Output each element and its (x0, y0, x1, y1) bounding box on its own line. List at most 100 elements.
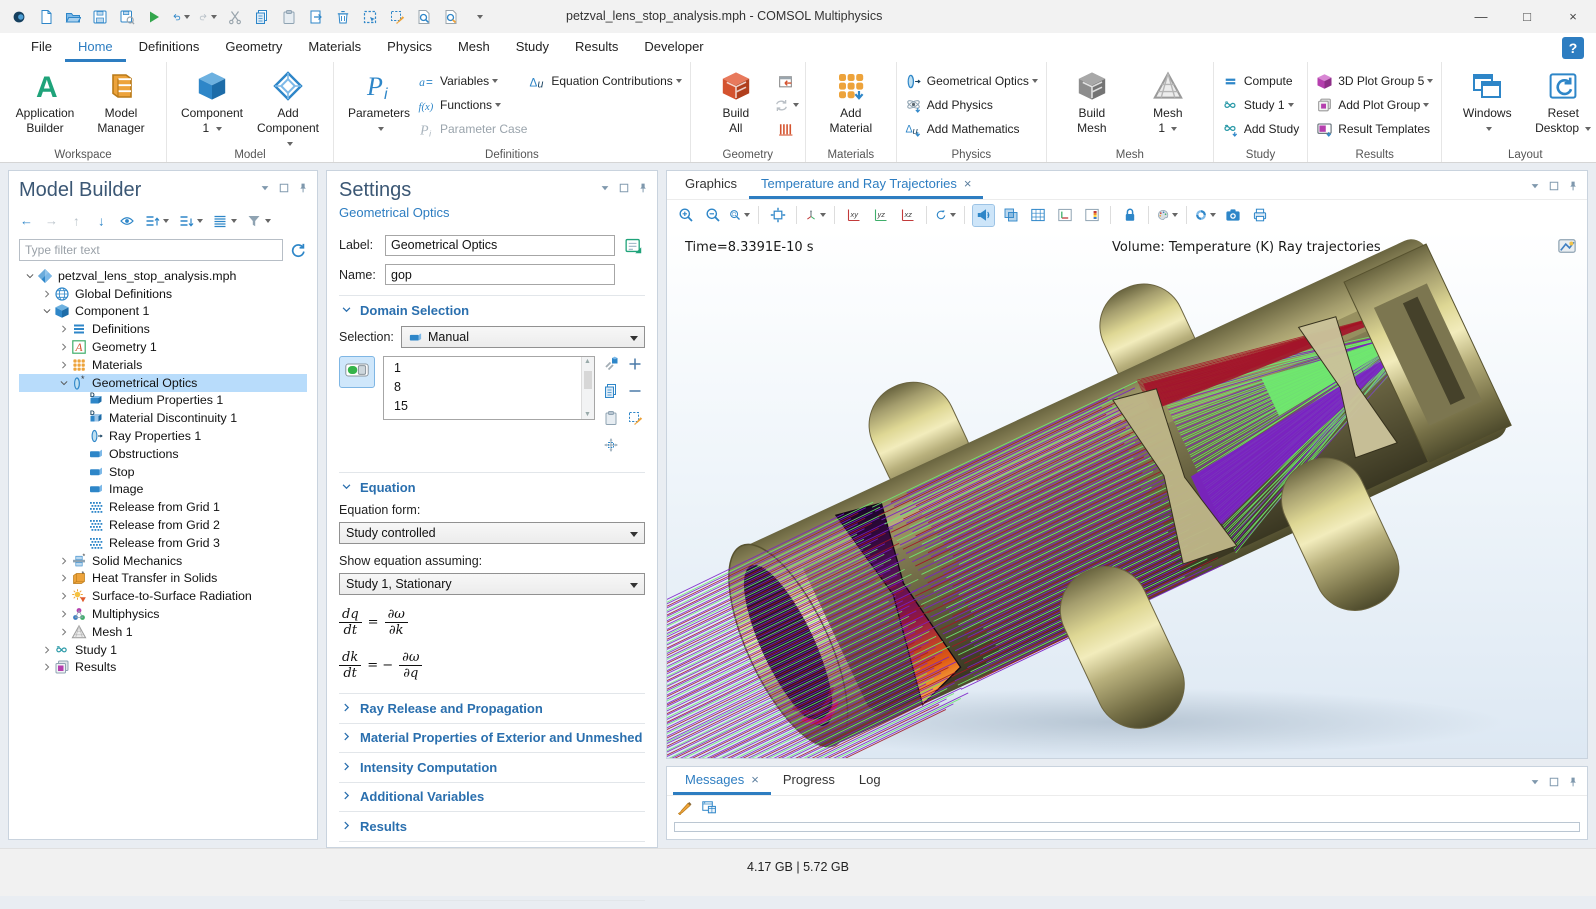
nav-forward-icon[interactable]: → (44, 213, 60, 229)
tree-item-heat-transfer-in-solids[interactable]: *Heat Transfer in Solids (19, 570, 307, 588)
select-box-icon[interactable] (361, 8, 379, 26)
close-button[interactable]: × (1550, 0, 1596, 33)
axes-icon[interactable] (1054, 205, 1075, 226)
zoom-in-icon[interactable] (675, 205, 696, 226)
tree-expander[interactable] (57, 627, 71, 637)
tree-expander[interactable] (57, 378, 71, 388)
selection-entity[interactable]: 1 (394, 359, 581, 378)
selection-entity[interactable]: 8 (394, 378, 581, 397)
expand-list-icon[interactable] (144, 213, 169, 229)
maximize-button[interactable]: □ (1504, 0, 1550, 33)
tree-expander[interactable] (57, 556, 71, 566)
tree-expander[interactable] (57, 324, 71, 334)
move-down-icon[interactable]: ↓ (94, 213, 110, 229)
transparency-icon[interactable] (1000, 205, 1021, 226)
panel-menu-icon[interactable] (599, 181, 611, 199)
search-icon[interactable] (442, 8, 460, 26)
tree-item-results[interactable]: Results (19, 659, 307, 677)
clear-selection-icon[interactable] (627, 410, 643, 431)
ribbon-item-geometrical-optics[interactable]: Geometrical Optics (905, 71, 1038, 91)
ribbon-item-equation-contributions[interactable]: ΔuEquation Contributions (529, 71, 681, 91)
ribbon-button-reset-desktop[interactable]: ResetDesktop (1526, 68, 1596, 136)
ribbon-item-variables[interactable]: a=Variables (418, 71, 527, 91)
show-equation-dropdown[interactable]: Study 1, Stationary (339, 573, 645, 595)
tree-expander[interactable] (23, 271, 37, 281)
zoom-out-icon[interactable] (702, 205, 723, 226)
tree-item-component-1[interactable]: Component 1 (19, 303, 307, 321)
collapse-list-icon[interactable] (178, 213, 203, 229)
update-pinwheel-icon[interactable] (1195, 205, 1216, 226)
copy-selection-icon[interactable] (603, 383, 619, 404)
delete-icon[interactable] (334, 8, 352, 26)
tree-item-stop[interactable]: Stop (19, 463, 307, 481)
brush-orange-icon[interactable] (677, 799, 693, 820)
move-up-icon[interactable]: ↑ (69, 213, 85, 229)
insert-sequence-icon[interactable] (775, 71, 797, 91)
panel-pin-icon[interactable] (1567, 775, 1579, 793)
graphics-tab-graphics[interactable]: Graphics (673, 171, 749, 199)
view-yz-icon[interactable]: yz (870, 205, 891, 226)
panel-float-icon[interactable] (1548, 179, 1560, 197)
section-header-additional-variables[interactable]: Additional Variables (339, 783, 645, 812)
plot-thumbnail-icon[interactable] (1557, 236, 1577, 256)
tree-item-release-from-grid-3[interactable]: Release from Grid 3 (19, 534, 307, 552)
new-file-icon[interactable] (37, 8, 55, 26)
messages-tab-progress[interactable]: Progress (771, 767, 847, 795)
show-icon[interactable] (119, 213, 135, 229)
tree-expander[interactable] (40, 662, 54, 672)
tree-item-global-definitions[interactable]: Global Definitions (19, 285, 307, 303)
remove-from-selection-icon[interactable] (627, 383, 643, 404)
panel-pin-icon[interactable] (297, 181, 309, 199)
copy-mail-icon[interactable] (701, 799, 717, 820)
equation-header[interactable]: Equation (339, 473, 645, 501)
add-to-selection-icon[interactable] (627, 356, 643, 377)
menu-tab-physics[interactable]: Physics (374, 33, 445, 62)
ribbon-button-application-builder[interactable]: AApplicationBuilder (8, 68, 82, 136)
section-header-ray-release-and-propagation[interactable]: Ray Release and Propagation (339, 694, 645, 723)
section-header-intensity-computation[interactable]: Intensity Computation (339, 753, 645, 782)
save-as-icon[interactable] (118, 8, 136, 26)
clear-selection-icon[interactable] (388, 8, 406, 26)
graphics-canvas[interactable]: Time=8.3391E-10 s Volume: Temperature (K… (667, 230, 1587, 758)
create-selection-icon[interactable] (603, 356, 619, 377)
tree-expander[interactable] (57, 609, 71, 619)
ribbon-item-study-1[interactable]: Study 1 (1222, 95, 1299, 115)
tree-expander[interactable] (57, 342, 71, 352)
rename-icon[interactable] (621, 234, 645, 256)
camera-icon[interactable] (1222, 205, 1243, 226)
equation-form-dropdown[interactable]: Study controlled (339, 522, 645, 544)
label-field[interactable] (385, 235, 615, 256)
nav-back-icon[interactable]: ← (19, 213, 35, 229)
close-tab-icon[interactable]: × (964, 176, 972, 191)
panel-menu-icon[interactable] (259, 181, 271, 199)
ribbon-item-3d-plot-group-5[interactable]: 3D Plot Group 5 (1316, 71, 1433, 91)
selection-entity-list[interactable]: 1815 ▲▼ (383, 356, 595, 420)
tree-item-multiphysics[interactable]: Multiphysics (19, 605, 307, 623)
find-icon[interactable] (415, 8, 433, 26)
tree-filter-input[interactable] (19, 239, 283, 261)
menu-tab-study[interactable]: Study (503, 33, 562, 62)
print-icon[interactable] (1249, 205, 1270, 226)
menu-tab-file[interactable]: File (18, 33, 65, 62)
messages-tab-log[interactable]: Log (847, 767, 893, 795)
ribbon-button-windows[interactable]: Windows (1450, 68, 1524, 136)
tree-item-definitions[interactable]: Definitions (19, 320, 307, 338)
menu-tab-materials[interactable]: Materials (295, 33, 374, 62)
messages-tab-messages[interactable]: Messages× (673, 767, 771, 795)
open-file-icon[interactable] (64, 8, 82, 26)
duplicate-icon[interactable] (307, 8, 325, 26)
zoom-box-icon[interactable] (729, 205, 750, 226)
ribbon-item-compute[interactable]: Compute (1222, 71, 1299, 91)
name-field[interactable] (385, 264, 615, 285)
scrollbar[interactable]: ▲▼ (581, 357, 594, 419)
paste-selection-icon[interactable] (603, 410, 619, 431)
refresh-icon[interactable] (289, 241, 307, 259)
zoom-extents-icon[interactable] (767, 205, 788, 226)
save-icon[interactable] (91, 8, 109, 26)
copy-icon[interactable] (253, 8, 271, 26)
tree-item-image[interactable]: Image (19, 481, 307, 499)
run-icon[interactable] (145, 8, 163, 26)
tree-expander[interactable] (57, 360, 71, 370)
help-button[interactable]: ? (1562, 37, 1584, 59)
panel-pin-icon[interactable] (637, 181, 649, 199)
